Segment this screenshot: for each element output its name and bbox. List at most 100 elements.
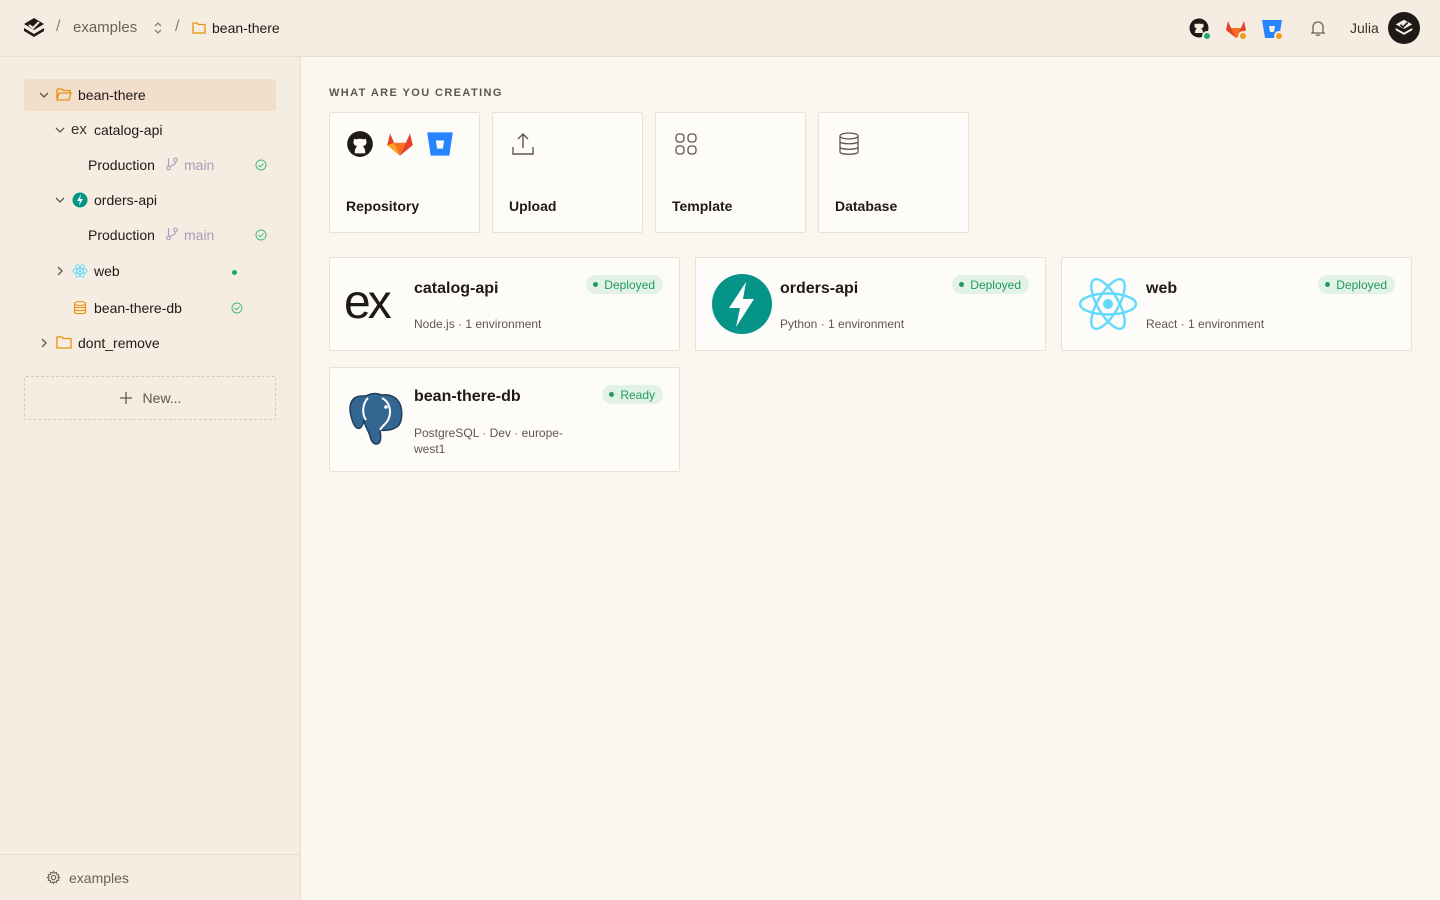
avatar[interactable] bbox=[1388, 12, 1420, 44]
chevron-down-icon[interactable] bbox=[54, 194, 66, 206]
service-meta: PostgreSQL · Dev · europe-west1 bbox=[414, 426, 563, 456]
card-label: Repository bbox=[346, 198, 420, 214]
check-circle-icon bbox=[255, 159, 267, 171]
tree-item-label: web bbox=[94, 263, 120, 279]
sidebar-footer[interactable]: examples bbox=[0, 854, 300, 900]
upload-icon bbox=[512, 133, 534, 155]
breadcrumb-separator: / bbox=[175, 18, 180, 35]
service-meta: React · 1 environment bbox=[1146, 317, 1265, 331]
folder-icon bbox=[192, 22, 206, 34]
folder-open-icon bbox=[56, 88, 72, 101]
status-badge: Deployed bbox=[952, 275, 1029, 294]
avatar-logo-icon bbox=[1395, 19, 1413, 35]
workspace-settings-label: examples bbox=[69, 869, 129, 886]
tree-item-label: orders-api bbox=[94, 192, 158, 208]
create-repository-card[interactable]: Repository bbox=[329, 112, 480, 233]
status-badge: Ready bbox=[602, 385, 663, 404]
tree-item-label: catalog-api bbox=[94, 122, 163, 138]
bitbucket-icon bbox=[427, 132, 453, 156]
service-name: web bbox=[1146, 280, 1178, 297]
status-text: Deployed bbox=[970, 277, 1021, 292]
status-text: Deployed bbox=[604, 277, 655, 292]
card-label: Database bbox=[835, 198, 898, 214]
tree-item-bean-there-db[interactable]: bean-there-db bbox=[40, 292, 276, 324]
create-database-card[interactable]: Database bbox=[818, 112, 969, 233]
env-label: Production bbox=[88, 227, 155, 243]
card-label: Upload bbox=[509, 198, 557, 214]
service-meta: Python · 1 environment bbox=[780, 317, 905, 331]
tree-item-bean-there[interactable]: bean-there bbox=[24, 79, 276, 111]
breadcrumb-separator: / bbox=[56, 18, 61, 35]
service-card-catalog-api[interactable]: ex catalog-api Node.js · 1 environment D… bbox=[329, 257, 680, 351]
folder-icon bbox=[56, 336, 72, 349]
new-button-label: New... bbox=[142, 390, 182, 406]
gitlab-warning-dot bbox=[1238, 31, 1248, 41]
env-label: Production bbox=[88, 157, 155, 173]
tree-item-production-env[interactable]: Production main bbox=[88, 149, 276, 181]
card-label: Template bbox=[672, 198, 733, 214]
react-logo-icon bbox=[1078, 277, 1138, 331]
database-icon bbox=[839, 132, 859, 155]
sidebar: bean-there ex catalog-api Production mai… bbox=[0, 57, 301, 900]
plus-icon bbox=[119, 392, 132, 404]
check-circle-icon bbox=[255, 229, 267, 241]
chevron-right-icon[interactable] bbox=[54, 265, 66, 277]
postgresql-logo-icon bbox=[349, 392, 403, 445]
branch-label: main bbox=[184, 157, 215, 173]
express-icon: ex bbox=[71, 121, 87, 138]
top-bar: / examples / bean-there Julia bbox=[0, 0, 1440, 57]
breadcrumb-project[interactable]: bean-there bbox=[212, 20, 280, 36]
status-text: Deployed bbox=[1336, 277, 1387, 292]
status-dot bbox=[959, 282, 965, 287]
create-template-card[interactable]: Template bbox=[655, 112, 806, 233]
branch-label: main bbox=[184, 227, 215, 243]
react-icon bbox=[72, 264, 88, 278]
tree-item-label: bean-there-db bbox=[94, 300, 182, 316]
tree-item-dont-remove[interactable]: dont_remove bbox=[24, 327, 276, 359]
chevron-down-icon[interactable] bbox=[54, 124, 66, 136]
service-card-orders-api[interactable]: orders-api Python · 1 environment Deploy… bbox=[695, 257, 1046, 351]
status-badge: Deployed bbox=[586, 275, 663, 294]
service-meta: Node.js · 1 environment bbox=[414, 317, 542, 331]
github-icon bbox=[347, 131, 373, 157]
new-button[interactable]: New... bbox=[24, 376, 276, 420]
tree-item-production-env[interactable]: Production main bbox=[88, 219, 276, 251]
database-icon bbox=[73, 300, 87, 315]
bell-icon[interactable] bbox=[1308, 18, 1328, 38]
bitbucket-warning-dot bbox=[1274, 31, 1284, 41]
service-card-web[interactable]: web React · 1 environment Deployed bbox=[1061, 257, 1412, 351]
tree-item-label: bean-there bbox=[78, 87, 146, 103]
github-connected-dot bbox=[1202, 31, 1212, 41]
fastapi-logo-icon bbox=[712, 274, 772, 334]
service-name: bean-there-db bbox=[414, 388, 521, 405]
user-name[interactable]: Julia bbox=[1350, 20, 1379, 36]
tree-item-web[interactable]: web bbox=[40, 255, 276, 287]
gitlab-icon bbox=[387, 133, 413, 156]
chevron-down-icon[interactable] bbox=[38, 89, 50, 101]
tree-item-label: dont_remove bbox=[78, 335, 160, 351]
status-text: Ready bbox=[620, 387, 655, 402]
express-logo-icon: ex bbox=[344, 276, 392, 329]
status-dot bbox=[232, 270, 237, 275]
tree-item-catalog-api[interactable]: ex catalog-api bbox=[40, 114, 276, 146]
status-dot bbox=[1325, 282, 1331, 287]
section-heading: WHAT ARE YOU CREATING bbox=[329, 87, 503, 99]
git-branch-icon bbox=[166, 227, 178, 241]
status-dot bbox=[593, 282, 599, 287]
gear-icon bbox=[46, 870, 61, 885]
create-upload-card[interactable]: Upload bbox=[492, 112, 643, 233]
status-badge: Deployed bbox=[1318, 275, 1395, 294]
check-circle-icon bbox=[231, 302, 243, 314]
service-name: orders-api bbox=[780, 280, 859, 297]
breadcrumb-workspace[interactable]: examples bbox=[73, 19, 137, 36]
fastapi-icon bbox=[72, 192, 88, 208]
service-name: catalog-api bbox=[414, 280, 499, 297]
status-dot bbox=[609, 392, 615, 397]
template-grid-icon bbox=[675, 133, 697, 155]
chevron-right-icon[interactable] bbox=[38, 337, 50, 349]
service-card-bean-there-db[interactable]: bean-there-db PostgreSQL · Dev · europe-… bbox=[329, 367, 680, 472]
chevron-updown-icon[interactable] bbox=[152, 21, 164, 35]
app-logo-icon[interactable] bbox=[22, 16, 46, 40]
git-branch-icon bbox=[166, 157, 178, 171]
tree-item-orders-api[interactable]: orders-api bbox=[40, 184, 276, 216]
